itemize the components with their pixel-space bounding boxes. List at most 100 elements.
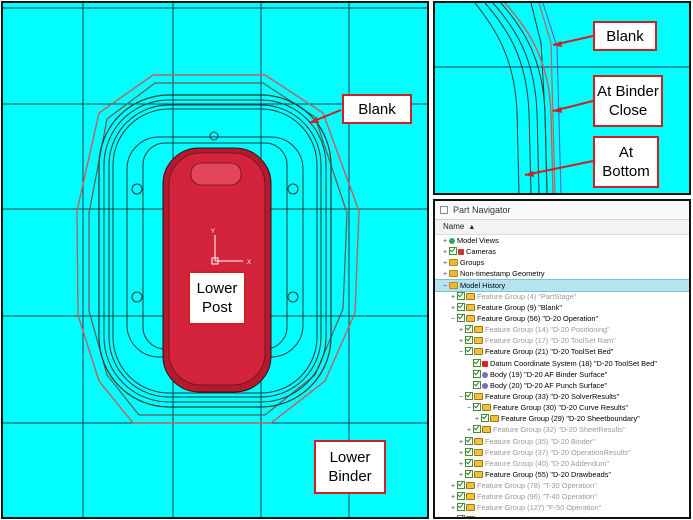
tree-row[interactable]: + Non-timestamp Geometry [435, 268, 689, 279]
blank-leader-arrow [309, 117, 319, 123]
tree-row[interactable]: − Feature Group (21) "D-20 ToolSet Bed" [435, 346, 689, 357]
tree-row-label: Feature Group (56) "D-20 Operation" [477, 313, 599, 323]
at-bottom-callout: At Bottom [593, 136, 659, 188]
visibility-checkbox[interactable] [465, 336, 473, 345]
tree-row[interactable]: + Feature Group (55) "D-20 Drawbeads" [435, 469, 689, 480]
tree-row[interactable]: + Feature Group (141) "M-60 Operation" [435, 514, 689, 518]
views-icon [449, 238, 455, 244]
visibility-checkbox[interactable] [465, 469, 473, 478]
tree-row[interactable]: + Feature Group (14) "D-20 Positioning" [435, 324, 689, 335]
visibility-checkbox[interactable] [481, 414, 489, 423]
visibility-checkbox[interactable] [473, 369, 481, 378]
feature-group-icon [466, 303, 475, 311]
lower-post-shape [162, 147, 272, 393]
tree-row-label: Feature Group (29) "D-20 Sheetboundary" [501, 414, 640, 424]
visibility-checkbox[interactable] [473, 425, 481, 434]
visibility-checkbox[interactable] [465, 436, 473, 445]
folder-icon [449, 270, 458, 278]
feature-group-icon [474, 392, 483, 400]
detail-binder-profile [474, 3, 562, 193]
tree-row-label: Feature Group (33) "D-20 SolverResults" [485, 391, 620, 401]
feature-group-icon [466, 515, 475, 517]
tree-row[interactable]: − Feature Group (33) "D-20 SolverResults" [435, 391, 689, 402]
tree-row-label: Feature Group (21) "D-20 ToolSet Bed" [485, 347, 614, 357]
tree-row[interactable]: + Feature Group (96) "T-40 Operation" [435, 491, 689, 502]
tree-row[interactable]: + Feature Group (4) "PartStage" [435, 291, 689, 302]
tree-row[interactable]: + Feature Group (29) "D-20 Sheetboundary" [435, 413, 689, 424]
tree-row[interactable]: + Feature Group (127) "F-50 Operation" [435, 502, 689, 513]
visibility-checkbox[interactable] [457, 492, 465, 501]
at-binder-close-callout: At Binder Close [593, 75, 663, 127]
tree-row-label: Datum Coordinate System (18) "D-20 ToolS… [490, 358, 657, 368]
blank-callout: Blank [342, 94, 412, 124]
tree-row-label: Feature Group (17) "D-20 ToolSet Ram" [485, 336, 616, 346]
tree-row[interactable]: + Feature Group (37) "D-20 OperationResul… [435, 447, 689, 458]
main-viewport[interactable]: Y X Blank Lower Post Lower Binder [1, 1, 429, 519]
tree-row[interactable]: Body (19) "D-20 AF Binder Surface" [435, 369, 689, 380]
tree-row-label: Model Views [457, 236, 499, 245]
tree-row[interactable]: − Model History [435, 278, 689, 292]
tree-row[interactable]: + Feature Group (32) "D-20 SheetResults" [435, 424, 689, 435]
visibility-checkbox[interactable] [465, 347, 473, 356]
tree-row[interactable]: + Feature Group (35) "D-20 Binder" [435, 436, 689, 447]
lower-binder-callout: Lower Binder [314, 440, 386, 494]
feature-group-icon [466, 292, 475, 300]
visibility-checkbox[interactable] [449, 247, 457, 256]
detail-viewport[interactable]: Blank At Binder Close At Bottom [433, 1, 691, 195]
tree-row[interactable]: + Cameras [435, 246, 689, 257]
tree-row-label: Feature Group (14) "D-20 Positioning" [485, 325, 610, 335]
axis-y-label: Y [211, 229, 215, 235]
folder-icon [449, 259, 458, 267]
tree-row-label: Cameras [466, 247, 496, 257]
tree-row[interactable]: Datum Coordinate System (18) "D-20 ToolS… [435, 358, 689, 369]
visibility-checkbox[interactable] [465, 325, 473, 334]
feature-group-icon [482, 426, 491, 434]
visibility-checkbox[interactable] [457, 313, 465, 322]
tree-row[interactable]: + Feature Group (9) "Blank" [435, 302, 689, 313]
tree-row-label: Body (20) "D-20 AF Punch Surface" [490, 380, 607, 390]
tree-row[interactable]: − Feature Group (30) "D-20 Curve Results" [435, 402, 689, 413]
visibility-checkbox[interactable] [465, 447, 473, 456]
visibility-checkbox[interactable] [457, 302, 465, 311]
visibility-checkbox[interactable] [457, 514, 465, 517]
model-tree[interactable]: + Model Views + Cameras + Groups + Non-timestam… [435, 235, 689, 518]
tree-row-label: Feature Group (55) "D-20 Drawbeads" [485, 469, 612, 479]
part-navigator-title: Part Navigator [453, 205, 511, 215]
visibility-checkbox[interactable] [473, 403, 481, 412]
body-icon [482, 371, 488, 378]
tree-row[interactable]: + Groups [435, 257, 689, 268]
expand-toggle-icon[interactable]: + [449, 515, 457, 518]
tree-row-label: Non-timestamp Geometry [460, 269, 545, 279]
feature-group-icon [466, 504, 475, 512]
tree-row[interactable]: + Feature Group (17) "D-20 ToolSet Ram" [435, 335, 689, 346]
tree-row-label: Groups [460, 258, 485, 268]
part-navigator-panel[interactable]: Part Navigator Name ▲ + Model Views + Camera… [433, 199, 691, 519]
tree-row-label: Feature Group (96) "T-40 Operation" [477, 492, 597, 502]
tree-row-label: Body (19) "D-20 AF Binder Surface" [490, 369, 608, 379]
tree-row-label: Model History [460, 280, 506, 290]
feature-group-icon [466, 314, 475, 322]
camera-icon [458, 249, 464, 256]
visibility-checkbox[interactable] [473, 358, 481, 367]
tree-row-label: Feature Group (4) "PartStage" [477, 291, 577, 301]
visibility-checkbox[interactable] [457, 503, 465, 512]
name-column-header[interactable]: Name ▲ [435, 220, 689, 235]
tree-row[interactable]: + Feature Group (78) "T-30 Operation" [435, 480, 689, 491]
tree-row[interactable]: Body (20) "D-20 AF Punch Surface" [435, 380, 689, 391]
visibility-checkbox[interactable] [465, 458, 473, 467]
visibility-checkbox[interactable] [465, 391, 473, 400]
name-column-label: Name [443, 222, 465, 231]
detail-blank-callout: Blank [593, 21, 657, 51]
visibility-checkbox[interactable] [473, 380, 481, 389]
feature-group-icon [474, 448, 483, 456]
axis-x-label: X [247, 260, 251, 266]
tree-row[interactable]: + Model Views [435, 235, 689, 246]
visibility-checkbox[interactable] [457, 291, 465, 300]
visibility-checkbox[interactable] [457, 481, 465, 490]
navigator-icon [440, 206, 448, 214]
part-navigator-titlebar: Part Navigator [435, 201, 689, 220]
sort-ascending-icon[interactable]: ▲ [468, 224, 475, 231]
tree-row[interactable]: + Feature Group (40) "D-20 Addendum" [435, 458, 689, 469]
tree-row[interactable]: − Feature Group (56) "D-20 Operation" [435, 313, 689, 324]
feature-group-icon [466, 482, 475, 490]
